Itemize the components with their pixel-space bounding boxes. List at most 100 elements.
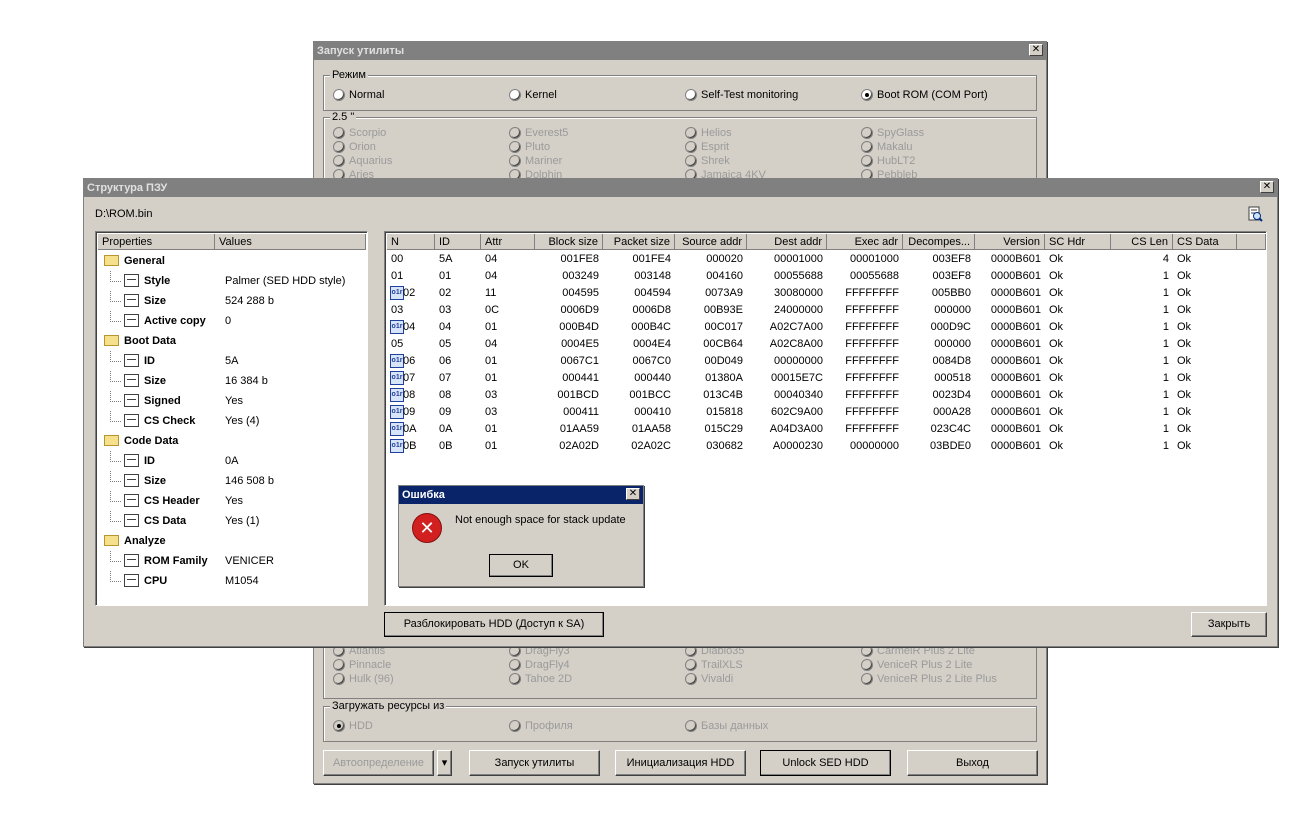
- tree-item-cpu[interactable]: CPU M1054: [98, 571, 367, 591]
- radio-everest5[interactable]: Everest5: [509, 126, 568, 140]
- col-header-cs-data[interactable]: CS Data: [1173, 234, 1237, 250]
- open-file-icon[interactable]: [1247, 206, 1263, 222]
- radio-boot-rom-com-port[interactable]: Boot ROM (COM Port): [861, 88, 988, 102]
- radio-hulk-96[interactable]: Hulk (96): [333, 672, 394, 686]
- exit-button[interactable]: Выход: [907, 750, 1038, 776]
- error-titlebar[interactable]: Ошибка ✕: [399, 486, 643, 504]
- radio-normal[interactable]: Normal: [333, 88, 384, 102]
- launcher-titlebar[interactable]: Запуск утилиты ✕: [314, 42, 1046, 60]
- table-row[interactable]: o1r 07 07 01 000441 000440 01380A 00015E7C FFFFF…: [387, 370, 1266, 387]
- tree-connector: [110, 311, 121, 322]
- error-close-button[interactable]: ✕: [626, 488, 640, 500]
- radio-scorpio[interactable]: Scorpio: [333, 126, 386, 140]
- property-icon: [124, 453, 139, 467]
- properties-panel[interactable]: Properties Values General Style Palmer (SE…: [95, 231, 368, 606]
- table-row[interactable]: o1r 0A 0A 01 01AA59 01AA58 015C29 A04D3A00 FFFFF…: [387, 421, 1266, 438]
- cell-cs-data: Ok: [1177, 389, 1192, 401]
- radio-профиля[interactable]: Профиля: [509, 719, 573, 733]
- unlock-sed-button[interactable]: Unlock SED HDD: [760, 750, 891, 776]
- table-row[interactable]: o1r 08 08 03 001BCD 001BCC 013C4B 00040340 FFFFF…: [387, 387, 1266, 404]
- tree-item-cs-header[interactable]: CS Header Yes: [98, 491, 367, 511]
- col-header-dest-addr[interactable]: Dest addr: [747, 234, 827, 250]
- tree-item-id[interactable]: ID 0A: [98, 451, 367, 471]
- tree-item-rom-family[interactable]: ROM Family VENICER: [98, 551, 367, 571]
- cell-exec-adr: FFFFFFFF: [845, 372, 899, 384]
- tree-item-style[interactable]: Style Palmer (SED HDD style): [98, 271, 367, 291]
- tree-item-cs-check[interactable]: CS Check Yes (4): [98, 411, 367, 431]
- radio-hdd[interactable]: HDD: [333, 719, 373, 733]
- radio-spyglass[interactable]: SpyGlass: [861, 126, 924, 140]
- radio-self-test-monitoring[interactable]: Self-Test monitoring: [685, 88, 798, 102]
- tree-item-signed[interactable]: Signed Yes: [98, 391, 367, 411]
- props-header-values[interactable]: Values: [215, 234, 366, 250]
- property-icon: [124, 553, 139, 567]
- radio-makalu[interactable]: Makalu: [861, 140, 912, 154]
- rom-titlebar[interactable]: Структура ПЗУ ✕: [84, 179, 1277, 197]
- tree-group-code-data[interactable]: Code Data: [98, 431, 367, 451]
- tree-item-size[interactable]: Size 524 288 b: [98, 291, 367, 311]
- radio-orion[interactable]: Orion: [333, 140, 376, 154]
- table-row[interactable]: o1r 02 02 11 004595 004594 0073A9 30080000 FFFFF…: [387, 285, 1266, 302]
- launcher-close-button[interactable]: ✕: [1029, 44, 1043, 56]
- run-utility-button[interactable]: Запуск утилиты: [469, 750, 600, 776]
- cell-cs-data: Ok: [1177, 406, 1192, 418]
- tree-item-id[interactable]: ID 5A: [98, 351, 367, 371]
- radio-kernel[interactable]: Kernel: [509, 88, 557, 102]
- cell-id: 01: [439, 270, 452, 282]
- tree-group-general[interactable]: General: [98, 251, 367, 271]
- col-header-sc-hdr[interactable]: SC Hdr: [1045, 234, 1111, 250]
- radio-dragfly4[interactable]: DragFly4: [509, 658, 570, 672]
- table-row[interactable]: o1r 0B 0B 01 02A02D 02A02C 030682 A0000230 00000…: [387, 438, 1266, 455]
- radio-label: Mariner: [525, 155, 563, 167]
- rom-close-icon-button[interactable]: ✕: [1260, 181, 1274, 193]
- init-hdd-button[interactable]: Инициализация HDD: [615, 750, 746, 776]
- col-header-n[interactable]: N: [387, 234, 435, 250]
- radio-aquarius[interactable]: Aquarius: [333, 154, 392, 168]
- table-row[interactable]: o1r 09 09 03 000411 000410 015818 602C9A00 FFFFF…: [387, 404, 1266, 421]
- tree-item-size[interactable]: Size 146 508 b: [98, 471, 367, 491]
- radio-базы-данных[interactable]: Базы данных: [685, 719, 768, 733]
- tree-group-boot-data[interactable]: Boot Data: [98, 331, 367, 351]
- radio-esprit[interactable]: Esprit: [685, 140, 729, 154]
- tree-item-cs-data[interactable]: CS Data Yes (1): [98, 511, 367, 531]
- col-header-version[interactable]: Version: [975, 234, 1045, 250]
- tree-connector: [110, 371, 121, 382]
- radio-venicer-plus-2-lite[interactable]: VeniceR Plus 2 Lite: [861, 658, 972, 672]
- unlock-sa-button[interactable]: Разблокировать HDD (Доступ к SA): [384, 612, 604, 637]
- tree-item-active-copy[interactable]: Active copy 0: [98, 311, 367, 331]
- radio-vivaldi[interactable]: Vivaldi: [685, 672, 733, 686]
- radio-venicer-plus-2-lite-plus[interactable]: VeniceR Plus 2 Lite Plus: [861, 672, 997, 686]
- tree-connector: [110, 391, 121, 402]
- table-row[interactable]: o1r 04 04 01 000B4D 000B4C 00C017 A02C7A00 FFFFF…: [387, 319, 1266, 336]
- table-row[interactable]: 03 03 0C 0006D9 0006D8 00B93E 24000000 FFFFFFFF…: [387, 302, 1266, 319]
- table-row[interactable]: 05 05 04 0004E5 0004E4 00CB64 A02C8A00 FFFFFFFF…: [387, 336, 1266, 353]
- radio-pluto[interactable]: Pluto: [509, 140, 550, 154]
- col-header-source-addr[interactable]: Source addr: [675, 234, 747, 250]
- radio-indicator: [333, 141, 345, 153]
- col-header-cs-len[interactable]: CS Len: [1111, 234, 1173, 250]
- radio-mariner[interactable]: Mariner: [509, 154, 562, 168]
- tree-item-size[interactable]: Size 16 384 b: [98, 371, 367, 391]
- radio-helios[interactable]: Helios: [685, 126, 732, 140]
- col-header-id[interactable]: ID: [435, 234, 481, 250]
- radio-shrek[interactable]: Shrek: [685, 154, 730, 168]
- col-header-decompes[interactable]: Decompes...: [903, 234, 975, 250]
- autodetect-button[interactable]: Автоопределение: [323, 750, 434, 776]
- tree-name: Size: [144, 475, 167, 487]
- table-row[interactable]: 01 01 04 003249 003148 004160 00055688 00055688…: [387, 268, 1266, 285]
- col-header-exec-adr[interactable]: Exec adr: [827, 234, 903, 250]
- col-header-packet-size[interactable]: Packet size: [603, 234, 675, 250]
- radio-hublt2[interactable]: HubLT2: [861, 154, 915, 168]
- error-ok-button[interactable]: OK: [489, 554, 553, 577]
- table-row[interactable]: 00 5A 04 001FE8 001FE4 000020 00001000 00001000…: [387, 251, 1266, 268]
- tree-group-analyze[interactable]: Analyze: [98, 531, 367, 551]
- radio-pinnacle[interactable]: Pinnacle: [333, 658, 391, 672]
- col-header-attr[interactable]: Attr: [481, 234, 535, 250]
- radio-tahoe-2d[interactable]: Tahoe 2D: [509, 672, 572, 686]
- props-header-properties[interactable]: Properties: [98, 234, 215, 250]
- col-header-block-size[interactable]: Block size: [535, 234, 603, 250]
- autodetect-dropdown-button[interactable]: ▾: [437, 750, 452, 776]
- table-row[interactable]: o1r 06 06 01 0067C1 0067C0 00D049 00000000 FFFFF…: [387, 353, 1266, 370]
- radio-trailxls[interactable]: TrailXLS: [685, 658, 743, 672]
- close-button[interactable]: Закрыть: [1191, 612, 1267, 637]
